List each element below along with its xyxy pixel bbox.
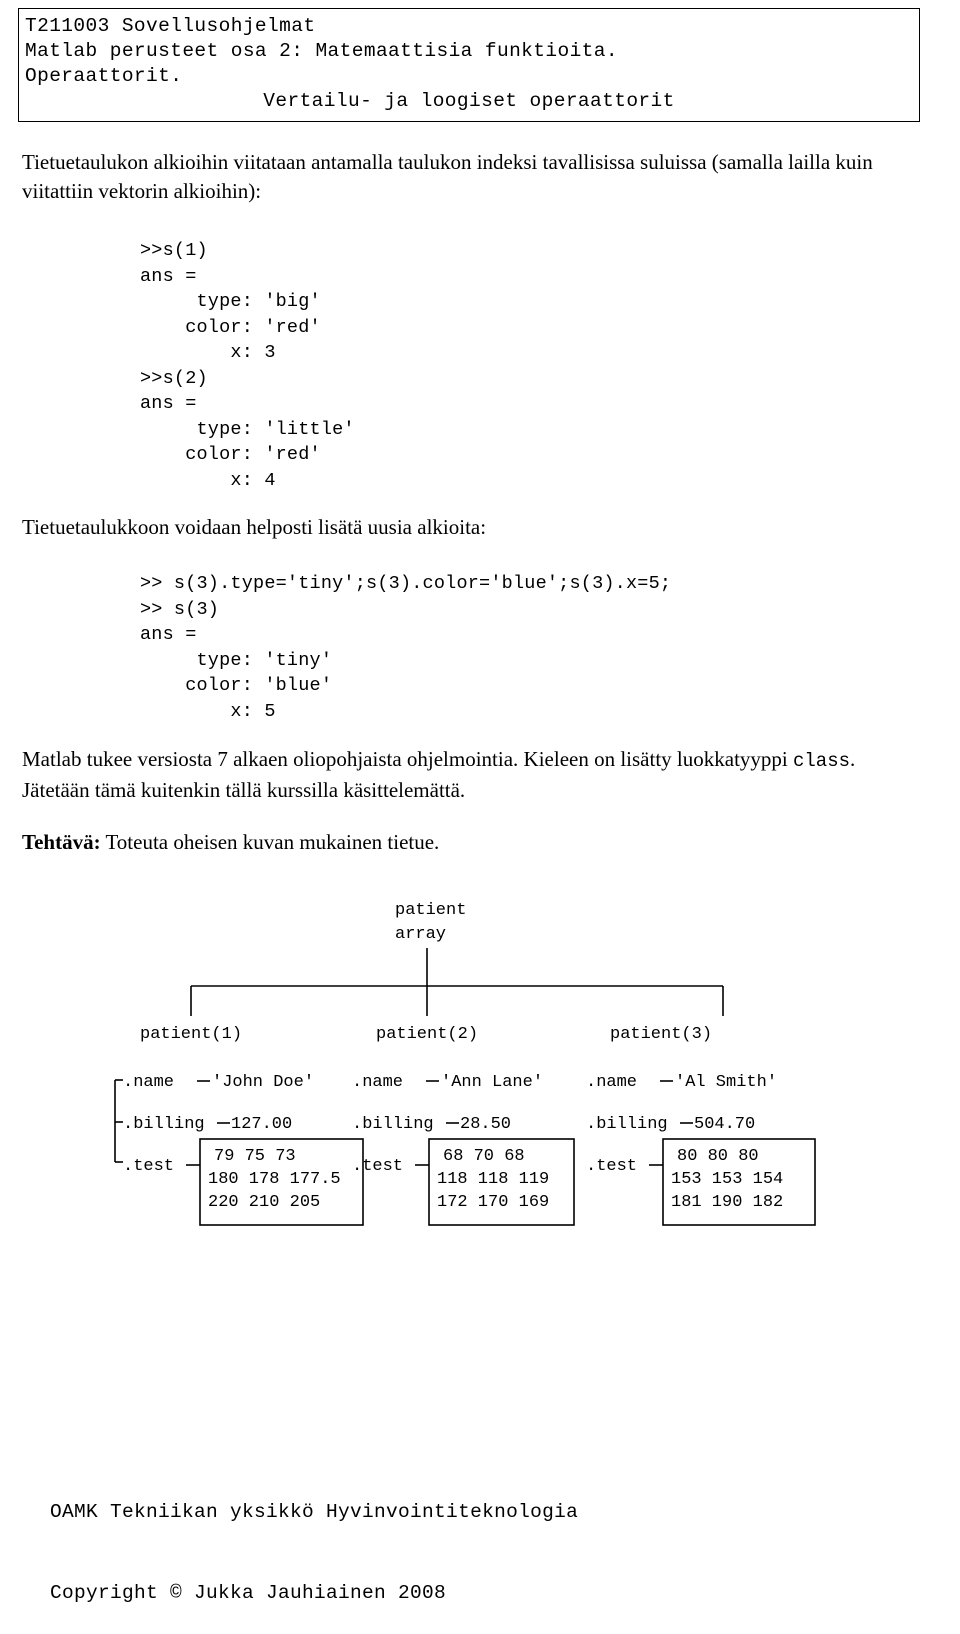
diagram-field-test-2: .test [352,1157,403,1176]
diagram-value-name-3: 'Al Smith' [675,1073,777,1092]
diagram-node-bracket-1 [114,1079,123,1163]
diagram-field-test-3: .test [586,1157,637,1176]
outro-inline-code: class [793,750,851,772]
diagram-value-billing-2: 28.50 [460,1115,511,1134]
diagram-matrix-1-r3: 220 210 205 [208,1193,320,1212]
diagram-value-name-2: 'Ann Lane' [441,1073,543,1092]
diagram-matrix-1-r2: 180 178 177.5 [208,1170,341,1189]
diagram-field-name-2: .name [352,1073,403,1092]
diagram-node-title-2: patient(2) [376,1025,478,1044]
diagram-field-billing-2: .billing [352,1115,434,1134]
diagram-matrix-2-r3: 172 170 169 [437,1193,549,1212]
code-block-2: >> s(3).type='tiny';s(3).color='blue';s(… [140,573,672,722]
footer-organization: OAMK Tekniikan yksikkö Hyvinvointiteknol… [50,1501,579,1523]
diagram-value-billing-1: 127.00 [231,1115,292,1134]
diagram-connectors [190,948,724,1016]
diagram-matrix-3-r3: 181 190 182 [671,1193,783,1212]
diagram-matrix-3-r1: 80 80 80 [677,1147,759,1166]
diagram-matrix-2-r2: 118 118 119 [437,1170,549,1189]
outro-paragraph: Matlab tukee versiosta 7 alkaen oliopohj… [22,745,902,805]
diagram-matrix-2-r1: 68 70 68 [443,1147,525,1166]
diagram-node-title-3: patient(3) [610,1025,712,1044]
diagram-node-title-1: patient(1) [140,1025,242,1044]
page-footer: OAMK Tekniikan yksikkö Hyvinvointiteknol… [50,1445,578,1634]
diagram-matrix-1-r1: 79 75 73 [214,1147,296,1166]
header-subject: Matlab perusteet osa 2: Matemaattisia fu… [25,40,618,62]
diagram-field-name-3: .name [586,1073,637,1092]
header-topic: Operaattorit. [25,65,183,87]
diagram-field-billing-3: .billing [586,1115,668,1134]
patient-struct-diagram: patient array patient(1) .name .billing … [90,890,880,1280]
diagram-value-billing-3: 504.70 [694,1115,755,1134]
task-paragraph: Tehtävä: Toteuta oheisen kuvan mukainen … [22,828,902,857]
diagram-root-label-line1: patient [395,901,466,920]
code-block-1: >>s(1) ans = type: 'big' color: 'red' x:… [140,240,355,491]
diagram-field-test-1: .test [123,1157,174,1176]
intro-paragraph: Tietuetaulukon alkioihin viitataan antam… [22,150,873,203]
diagram-root-label-line2: array [395,925,446,944]
diagram-value-name-1: 'John Doe' [212,1073,314,1092]
outro-text-before: Matlab tukee versiosta 7 alkaen oliopohj… [22,747,793,771]
page-header: T211003 Sovellusohjelmat Matlab perustee… [18,8,920,122]
diagram-matrix-3-r2: 153 153 154 [671,1170,783,1189]
header-section: Vertailu- ja loogiset operaattorit [263,90,675,112]
task-text: Toteuta oheisen kuvan mukainen tietue. [100,830,440,854]
midtext-paragraph: Tietuetaulukkoon voidaan helposti lisätä… [22,515,487,539]
header-course-code: T211003 Sovellusohjelmat [25,15,316,37]
diagram-field-name-1: .name [123,1073,174,1092]
task-label: Tehtävä: [22,830,101,854]
footer-copyright: Copyright © Jukka Jauhiainen 2008 [50,1582,447,1604]
diagram-field-billing-1: .billing [123,1115,205,1134]
